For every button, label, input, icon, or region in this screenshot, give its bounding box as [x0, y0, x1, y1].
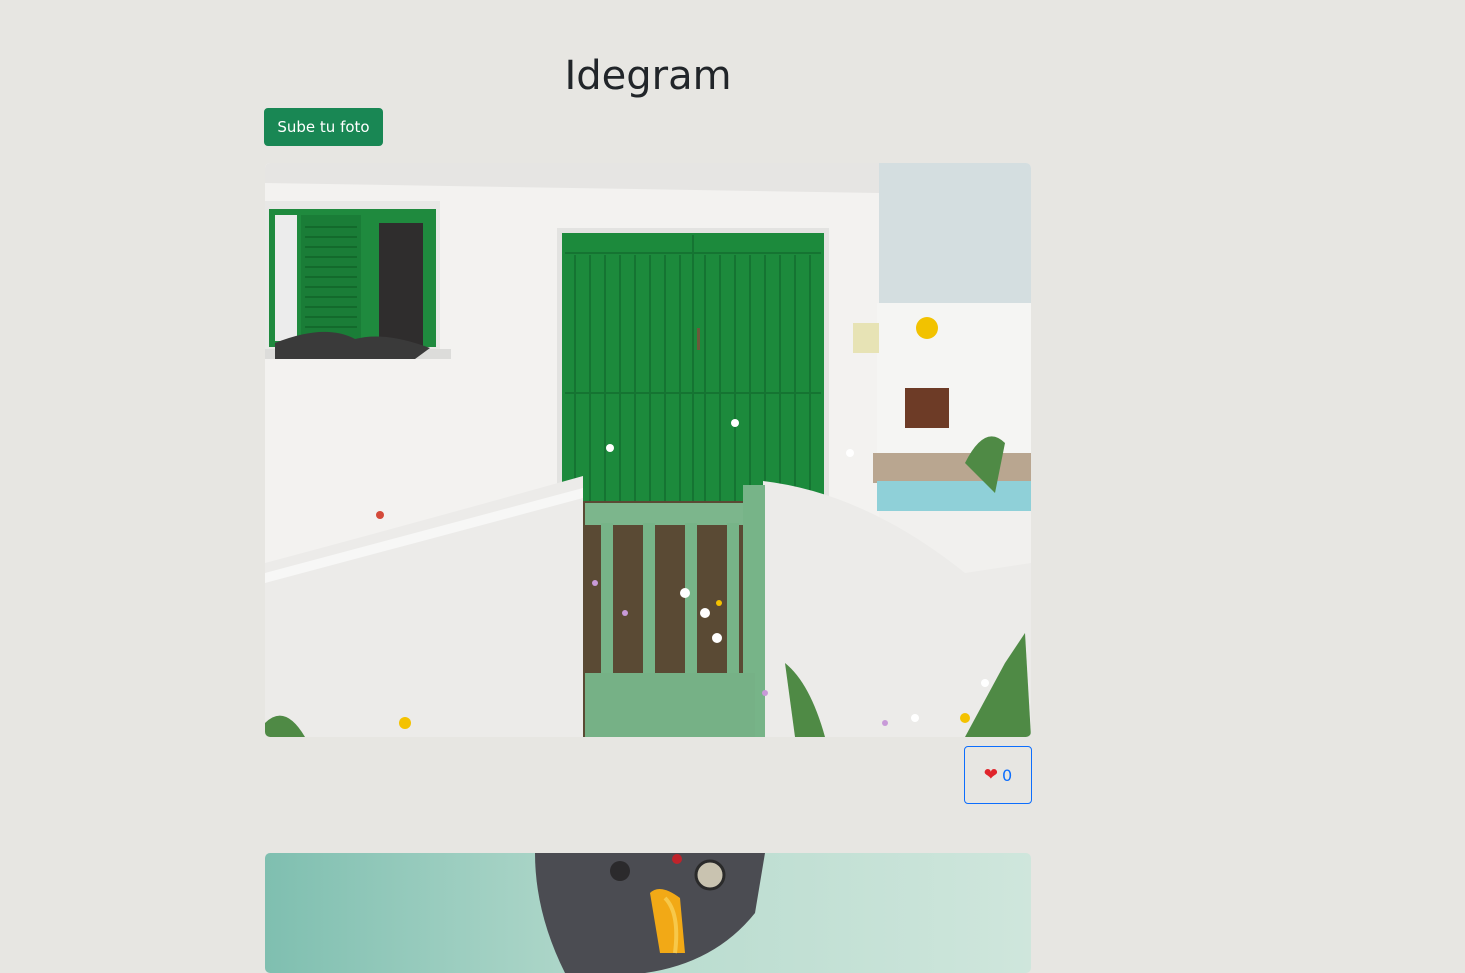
upload-photo-button[interactable]: Sube tu foto: [264, 108, 383, 146]
post-image[interactable]: [265, 853, 1031, 973]
page-title: Idegram: [564, 53, 732, 99]
photo-bird-statue-sky: [265, 853, 1031, 973]
heart-icon: ❤: [983, 765, 999, 785]
like-count: 0: [1002, 765, 1013, 785]
post-image[interactable]: [265, 163, 1031, 737]
photo-white-house-green-door: [265, 163, 1031, 737]
like-button[interactable]: ❤ 0: [964, 746, 1032, 804]
